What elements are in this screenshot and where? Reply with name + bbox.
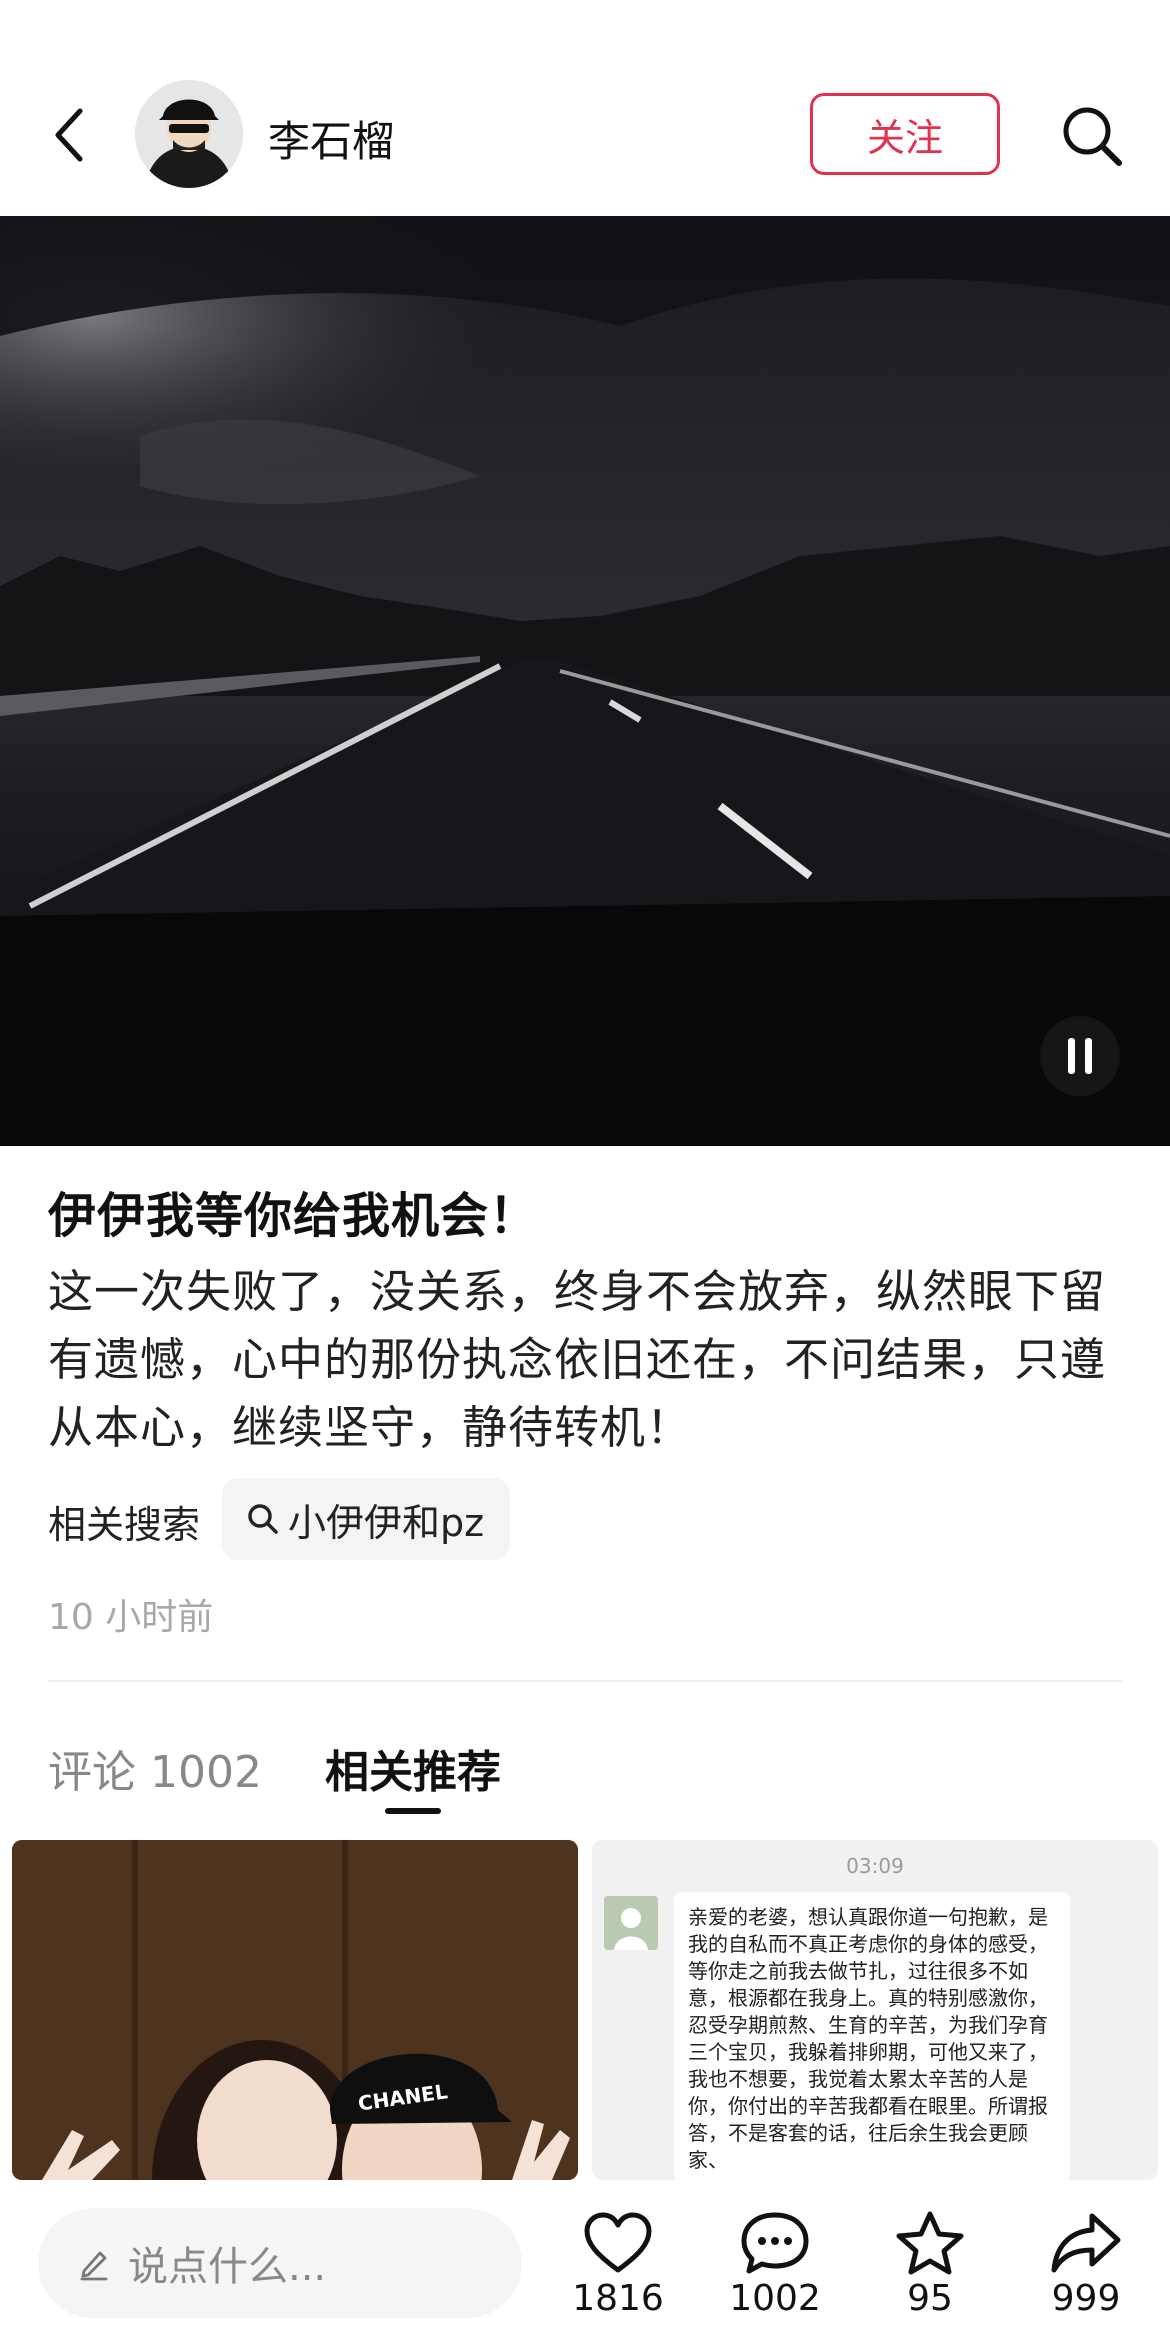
- share-arrow-icon: [1051, 2213, 1121, 2273]
- comment-input[interactable]: 说点什么...: [38, 2208, 522, 2318]
- related-search-chip[interactable]: 小伊伊和pz: [222, 1478, 511, 1560]
- like-count: 1816: [572, 2278, 664, 2319]
- comment-button[interactable]: 1002: [705, 2210, 845, 2319]
- like-button[interactable]: 1816: [548, 2210, 688, 2319]
- tab-related[interactable]: 相关推荐: [325, 1736, 501, 1800]
- divider: [48, 1680, 1122, 1682]
- video-player[interactable]: [0, 216, 1170, 1146]
- star-icon: [896, 2211, 964, 2275]
- comment-placeholder: 说点什么...: [128, 2244, 327, 2290]
- pen-icon: [76, 2245, 112, 2281]
- tab-comments[interactable]: 评论 1002: [48, 1736, 262, 1800]
- top-bar: 李石榴 关注: [0, 0, 1170, 216]
- search-icon: [246, 1502, 280, 1536]
- search-icon: [1063, 107, 1122, 166]
- post-time: 10 小时前: [48, 1597, 214, 1638]
- back-button[interactable]: [40, 95, 100, 175]
- follow-button[interactable]: 关注: [810, 93, 1000, 175]
- chat-message: 亲爱的老婆，想认真跟你道一句抱歉，是我的自私而不真正考虑你的身体的感受，等你走之…: [674, 1892, 1070, 2180]
- chevron-left-icon: [55, 108, 83, 162]
- search-button[interactable]: [1052, 96, 1132, 176]
- heart-icon: [584, 2212, 652, 2273]
- chat-avatar: [604, 1896, 658, 1950]
- share-button[interactable]: 999: [1016, 2210, 1156, 2319]
- recommend-card[interactable]: CHANEL: [12, 1840, 578, 2180]
- username[interactable]: 李石榴: [268, 108, 394, 169]
- post-body: 这一次失败了，没关系，终身不会放弃，纵然眼下留有遗憾，心中的那份执念依旧还在，不…: [48, 1265, 1107, 1454]
- share-count: 999: [1051, 2278, 1121, 2319]
- favorite-count: 95: [907, 2278, 953, 2319]
- related-search-query: 小伊伊和pz: [288, 1500, 485, 1545]
- comment-count: 1002: [729, 2278, 821, 2319]
- post-title: 伊伊我等你给我机会！: [48, 1188, 539, 1244]
- card-image: CHANEL: [12, 1840, 578, 2180]
- bottom-action-bar: 说点什么... 1816 1002 95 999: [0, 2180, 1170, 2344]
- recommend-card[interactable]: 03:09 亲爱的老婆，想认真跟你道一句抱歉，是我的自私而不真正考虑你的身体的感…: [592, 1840, 1158, 2180]
- video-frame: [0, 216, 1170, 1146]
- related-search-label: 相关搜索: [48, 1503, 201, 1547]
- pause-icon: [1068, 1038, 1092, 1074]
- chat-bubble-icon: [741, 2212, 809, 2274]
- chat-timestamp: 03:09: [846, 1854, 904, 1878]
- favorite-button[interactable]: 95: [860, 2210, 1000, 2319]
- pause-button[interactable]: [1040, 1016, 1120, 1096]
- tab-underline: [385, 1808, 441, 1814]
- avatar[interactable]: [135, 80, 243, 188]
- avatar-image: [135, 80, 243, 188]
